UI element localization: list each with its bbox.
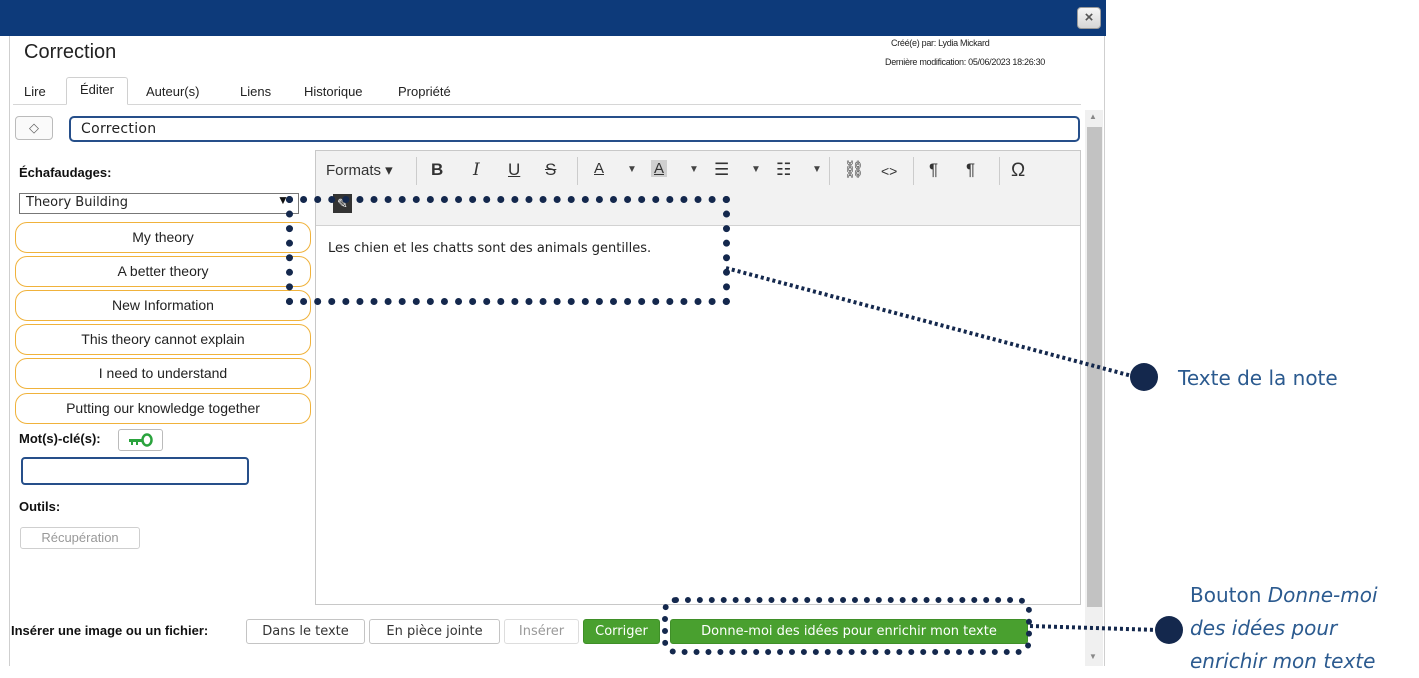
formats-dropdown[interactable]: Formats ▾ (326, 161, 393, 179)
italic-icon[interactable]: I (473, 160, 480, 180)
expand-collapse-icon: ◇ (29, 120, 39, 135)
insert-button[interactable]: Insérer (504, 619, 579, 644)
tab-edit[interactable]: Éditer (66, 77, 128, 105)
numbered-list-icon[interactable]: ☷ (776, 160, 791, 180)
annotation-highlight-note-text (286, 196, 730, 305)
tab-read[interactable]: Lire (24, 84, 46, 99)
annotation-label-prefix: Bouton (1190, 583, 1268, 607)
scaffold-toggle-button[interactable]: ◇ (15, 116, 53, 140)
close-button[interactable]: × (1077, 7, 1101, 29)
keyword-label: Mot(s)-clé(s): (19, 431, 101, 446)
insert-in-text-button[interactable]: Dans le texte (246, 619, 365, 644)
add-keyword-button[interactable] (118, 429, 163, 451)
correct-button[interactable]: Corriger (583, 619, 660, 644)
tools-label: Outils: (19, 499, 61, 514)
title-input[interactable]: Correction (69, 116, 1080, 142)
window-left-border (9, 36, 10, 666)
keyword-input[interactable] (21, 457, 249, 485)
bullet-list-icon[interactable]: ☰ (714, 160, 729, 180)
toolbar-separator (829, 157, 830, 185)
ltr-icon[interactable]: ¶ (929, 160, 938, 180)
window-titlebar (0, 0, 1106, 36)
toolbar-separator (416, 157, 417, 185)
link-icon[interactable]: ⛓ (843, 160, 865, 180)
chevron-down-icon[interactable]: ▼ (627, 164, 637, 175)
key-icon (128, 433, 153, 447)
scaffold-button-cannot-explain[interactable]: This theory cannot explain (15, 324, 311, 355)
scaffold-select[interactable]: Theory Building (19, 193, 299, 214)
toolbar-separator (577, 157, 578, 185)
chevron-down-icon[interactable]: ▼ (689, 164, 699, 175)
annotation-label-note-text: Texte de la note (1178, 366, 1338, 390)
toolbar-separator (999, 157, 1000, 185)
strikethrough-icon[interactable]: S (545, 160, 556, 180)
last-modified-text: Dernière modification: 05/06/2023 18:26:… (885, 57, 1046, 67)
tabs-underline (13, 104, 1081, 105)
highlight-icon[interactable]: A (651, 160, 668, 177)
special-char-icon[interactable]: Ω (1011, 160, 1025, 182)
chevron-down-icon[interactable]: ▼ (812, 164, 822, 175)
scaffold-button-better-theory[interactable]: A better theory (15, 256, 311, 287)
tab-links[interactable]: Liens (240, 84, 271, 99)
scroll-up-arrow-icon[interactable]: ▲ (1089, 112, 1097, 121)
page-title: Correction (24, 41, 117, 63)
scaffold-button-knowledge-together[interactable]: Putting our knowledge together (15, 393, 311, 424)
close-icon: × (1084, 9, 1094, 26)
rtl-icon[interactable]: ¶ (966, 160, 975, 180)
font-color-icon[interactable]: A (594, 160, 604, 177)
insert-attachment-button[interactable]: En pièce jointe (369, 619, 500, 644)
tab-history[interactable]: Historique (304, 84, 363, 99)
annotation-label-ideas-button: Bouton Donne-moi des idées pour enrichir… (1190, 579, 1415, 678)
scaffold-button-my-theory[interactable]: My theory (15, 222, 311, 253)
scrollbar-thumb[interactable] (1087, 127, 1102, 607)
annotation-highlight-ideas-button (662, 597, 1032, 655)
bold-icon[interactable]: B (431, 160, 443, 180)
code-icon[interactable]: <> (881, 163, 897, 179)
window-right-border (1104, 36, 1105, 666)
scaffold-button-new-information[interactable]: New Information (15, 290, 311, 321)
created-by-text: Créé(e) par: Lydia Mickard (891, 38, 990, 48)
scaffold-button-need-understand[interactable]: I need to understand (15, 358, 311, 389)
underline-icon[interactable]: U (508, 160, 520, 180)
recovery-button[interactable]: Récupération (20, 527, 140, 549)
annotation-dot (1130, 363, 1158, 391)
toolbar-separator (913, 157, 914, 185)
annotation-dot (1155, 616, 1183, 644)
scroll-down-arrow-icon[interactable]: ▼ (1089, 652, 1097, 661)
tab-properties[interactable]: Propriété (398, 84, 451, 99)
scaffold-label: Échafaudages: (19, 165, 112, 180)
tab-authors[interactable]: Auteur(s) (146, 84, 199, 99)
chevron-down-icon[interactable]: ▼ (751, 164, 761, 175)
insert-file-label: Insérer une image ou un fichier: (11, 623, 209, 638)
